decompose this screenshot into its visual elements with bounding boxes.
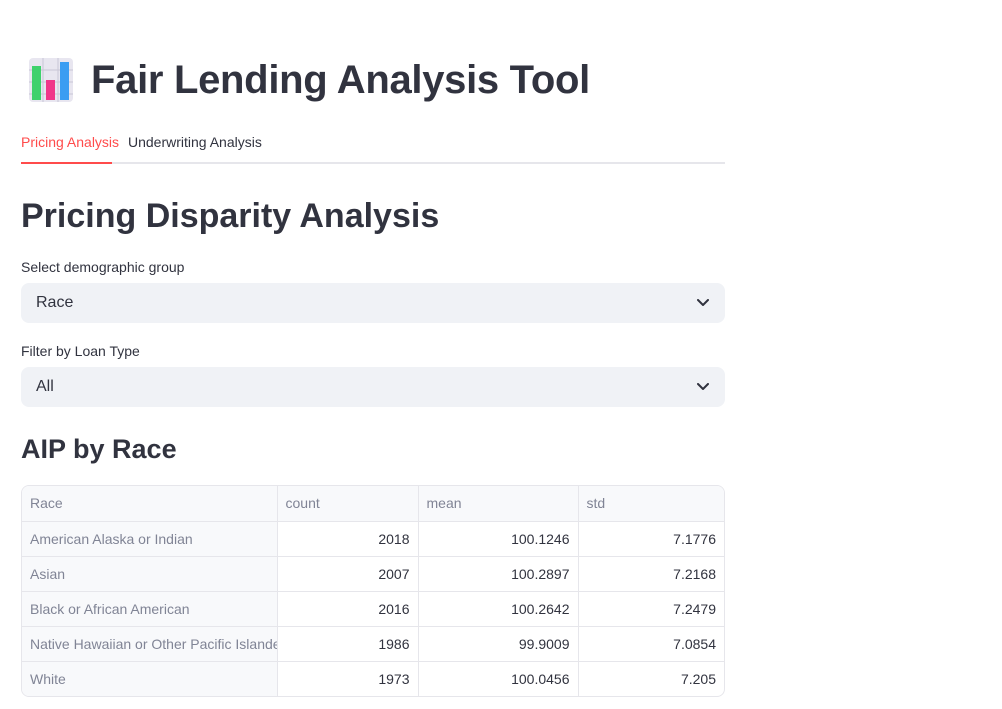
table-header-row: Race count mean std bbox=[22, 486, 724, 522]
loan-type-select-value: All bbox=[36, 378, 54, 395]
table-row: White 1973 100.0456 7.205 bbox=[22, 661, 724, 696]
chevron-down-icon bbox=[696, 296, 710, 310]
app-title: Fair Lending Analysis Tool bbox=[91, 57, 590, 102]
table-row: American Alaska or Indian 2018 100.1246 … bbox=[22, 521, 724, 557]
cell-std: 7.205 bbox=[680, 670, 716, 687]
aip-by-race-table[interactable]: Race count mean std American Alaska or I… bbox=[21, 485, 725, 697]
chevron-down-icon bbox=[696, 380, 710, 394]
cell-count: 2016 bbox=[277, 591, 419, 627]
bar-chart-icon bbox=[29, 58, 73, 102]
tab-pricing-analysis[interactable]: Pricing Analysis bbox=[21, 134, 119, 150]
cell-std: 7.2168 bbox=[578, 556, 724, 592]
demographic-select-label: Select demographic group bbox=[21, 259, 185, 275]
column-header-std[interactable]: std bbox=[578, 486, 724, 522]
cell-count: 1973 bbox=[277, 661, 419, 696]
column-header-count[interactable]: count bbox=[277, 486, 419, 522]
cell-mean: 100.1246 bbox=[418, 521, 579, 557]
tab-underwriting-analysis[interactable]: Underwriting Analysis bbox=[128, 134, 262, 150]
cell-count: 2007 bbox=[277, 556, 419, 592]
row-label: American Alaska or Indian bbox=[22, 521, 278, 557]
cell-mean: 100.2897 bbox=[418, 556, 579, 592]
row-label: Asian bbox=[22, 556, 278, 592]
cell-mean: 100.2642 bbox=[418, 591, 579, 627]
cell-mean: 99.9009 bbox=[418, 626, 579, 662]
cell-count: 1986 bbox=[277, 626, 419, 662]
active-tab-indicator bbox=[21, 162, 112, 164]
row-label: Black or African American bbox=[22, 591, 278, 627]
app-page: Fair Lending Analysis Tool Pricing Analy… bbox=[0, 0, 1002, 709]
table-heading: AIP by Race bbox=[21, 434, 177, 464]
page-heading: Pricing Disparity Analysis bbox=[21, 197, 440, 235]
table-row: Asian 2007 100.2897 7.2168 bbox=[22, 556, 724, 592]
demographic-select[interactable]: Race bbox=[21, 283, 725, 323]
cell-std: 7.1776 bbox=[578, 521, 724, 557]
app-header: Fair Lending Analysis Tool bbox=[27, 52, 590, 108]
table-row: Native Hawaiian or Other Pacific Islande… bbox=[22, 626, 724, 662]
cell-std: 7.0854 bbox=[578, 626, 724, 662]
row-label: White bbox=[22, 661, 278, 696]
row-label: Native Hawaiian or Other Pacific Islande… bbox=[22, 626, 278, 662]
column-header-mean[interactable]: mean bbox=[418, 486, 579, 522]
cell-count: 2018 bbox=[277, 521, 419, 557]
demographic-select-value: Race bbox=[36, 294, 74, 311]
loan-type-select-label: Filter by Loan Type bbox=[21, 343, 140, 359]
column-header-race[interactable]: Race bbox=[22, 486, 278, 522]
loan-type-select[interactable]: All bbox=[21, 367, 725, 407]
cell-mean: 100.0456 bbox=[418, 661, 579, 696]
tab-bar: Pricing Analysis Underwriting Analysis bbox=[21, 124, 725, 164]
table-row: Black or African American 2016 100.2642 … bbox=[22, 591, 724, 627]
cell-std: 7.2479 bbox=[578, 591, 724, 627]
